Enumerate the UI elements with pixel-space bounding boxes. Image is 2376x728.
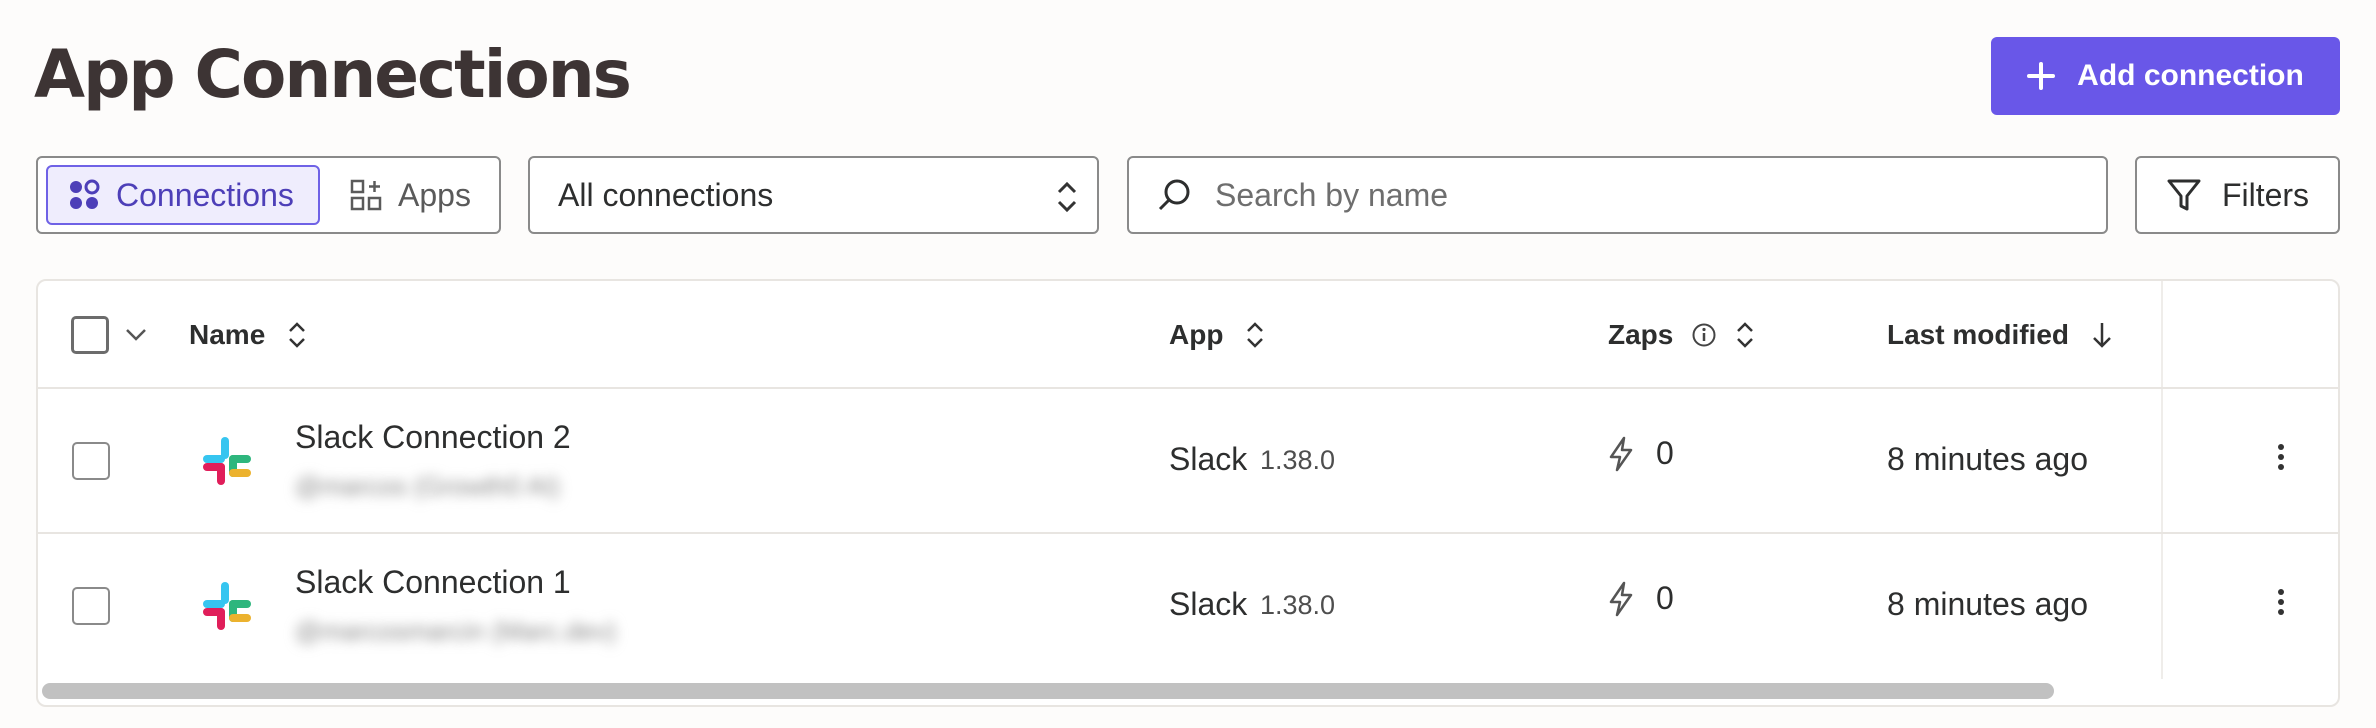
more-options-icon[interactable] xyxy=(2276,444,2286,474)
search-input[interactable] xyxy=(1213,175,2037,215)
sort-icon xyxy=(1737,322,1754,348)
column-header-app[interactable]: App xyxy=(1169,281,1265,389)
slack-logo-icon xyxy=(203,582,251,630)
app-name: Slack xyxy=(1169,586,1248,622)
zaps-count: 0 xyxy=(1608,580,1674,617)
zaps-count: 0 xyxy=(1608,435,1674,472)
chevron-updown-icon xyxy=(1057,181,1077,213)
last-modified: 8 minutes ago xyxy=(1887,441,2089,477)
filter-icon xyxy=(2167,179,2201,211)
filters-button[interactable]: Filters xyxy=(2135,156,2340,234)
connections-tab-label: Connections xyxy=(116,176,294,213)
arrow-down-icon xyxy=(2093,323,2111,348)
slack-logo-icon xyxy=(203,437,251,485)
connection-account: @marcosmarcin (Marc.dev) xyxy=(295,616,617,646)
app-version: 1.38.0 xyxy=(1260,445,1336,475)
row-checkbox[interactable] xyxy=(72,442,110,480)
column-last-modified-label: Last modified xyxy=(1887,319,2070,350)
last-modified: 8 minutes ago xyxy=(1887,586,2089,622)
select-all-checkbox[interactable] xyxy=(71,316,109,354)
row-checkbox[interactable] xyxy=(72,587,110,625)
apps-grid-icon xyxy=(350,179,382,211)
add-connection-button[interactable]: Add connection xyxy=(1991,37,2340,115)
app-version: 1.38.0 xyxy=(1260,590,1336,620)
connections-tab[interactable]: Connections xyxy=(46,165,320,225)
zaps-value: 0 xyxy=(1656,580,1674,616)
app-name: Slack xyxy=(1169,441,1248,477)
horizontal-scrollbar[interactable] xyxy=(42,683,2054,699)
view-toggle: Connections Apps xyxy=(36,156,501,234)
column-header-last-modified[interactable]: Last modified xyxy=(1887,281,2113,389)
sort-icon xyxy=(1247,322,1264,348)
page-title: App Connections xyxy=(34,36,632,113)
chevron-down-icon[interactable] xyxy=(125,328,147,342)
column-header-zaps[interactable]: Zaps xyxy=(1608,281,1755,389)
column-zaps-label: Zaps xyxy=(1608,319,1674,350)
column-name-label: Name xyxy=(189,319,266,350)
column-app-label: App xyxy=(1169,319,1224,350)
add-connection-label: Add connection xyxy=(2077,59,2304,92)
more-options-icon[interactable] xyxy=(2276,589,2286,619)
table-header: Name App Zaps Last modified xyxy=(38,281,2338,389)
connection-filter-value: All connections xyxy=(558,176,774,213)
filters-label: Filters xyxy=(2221,176,2310,213)
connections-table: Name App Zaps Last modified Slack Connec… xyxy=(36,279,2340,707)
lightning-icon xyxy=(1609,581,1633,616)
lightning-icon xyxy=(1609,436,1633,471)
column-header-name[interactable]: Name xyxy=(189,281,307,389)
search-field xyxy=(1127,156,2108,234)
connection-name[interactable]: Slack Connection 1 xyxy=(295,564,571,601)
search-icon xyxy=(1158,179,1190,211)
apps-tab[interactable]: Apps xyxy=(350,165,471,225)
connection-filter-select[interactable]: All connections xyxy=(528,156,1099,234)
connection-name[interactable]: Slack Connection 2 xyxy=(295,419,571,456)
connections-icon xyxy=(70,179,100,209)
apps-tab-label: Apps xyxy=(398,176,471,213)
table-row[interactable]: Slack Connection 1 @marcosmarcin (Marc.d… xyxy=(38,534,2338,679)
plus-icon xyxy=(2027,62,2056,90)
table-row[interactable]: Slack Connection 2 @marcos (Growth0 AI) … xyxy=(38,389,2338,534)
connection-account: @marcos (Growth0 AI) xyxy=(295,471,560,501)
info-icon[interactable] xyxy=(1691,322,1717,348)
sort-icon xyxy=(289,322,306,348)
zaps-value: 0 xyxy=(1656,435,1674,471)
